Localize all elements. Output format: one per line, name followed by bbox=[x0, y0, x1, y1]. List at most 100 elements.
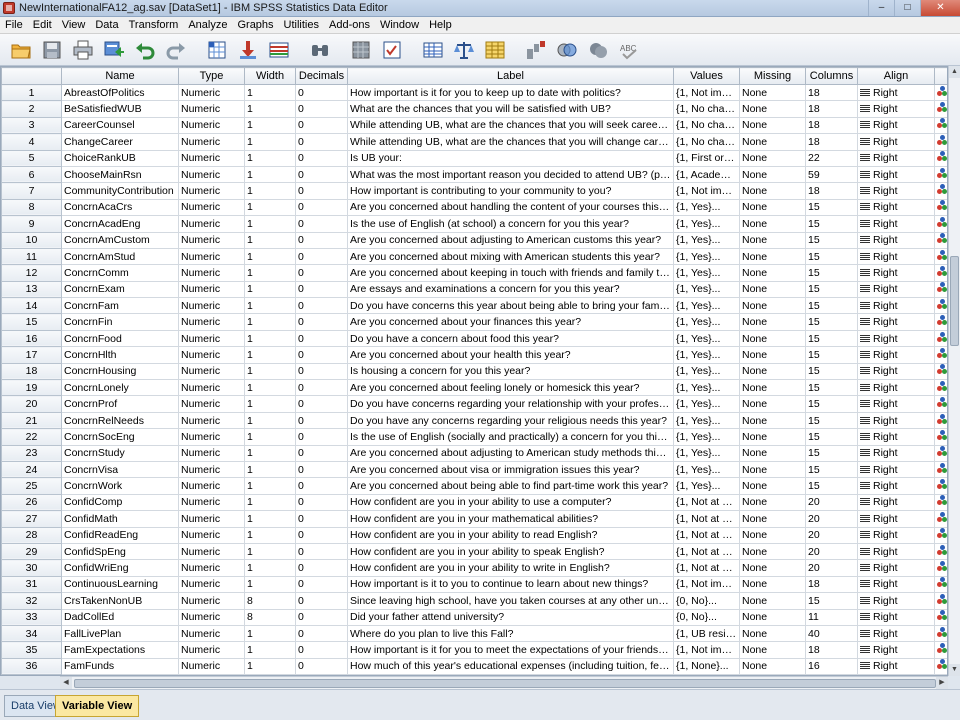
cell-decimals[interactable]: 0 bbox=[295, 428, 348, 446]
row-number[interactable]: 21 bbox=[1, 411, 62, 430]
cell-decimals[interactable]: 0 bbox=[295, 624, 348, 643]
redo-icon[interactable] bbox=[163, 37, 189, 63]
cell-width[interactable]: 1 bbox=[244, 231, 296, 249]
cell-missing[interactable]: None bbox=[739, 264, 806, 282]
cell-width[interactable]: 1 bbox=[244, 542, 296, 561]
cell-label[interactable]: Is the use of English (at school) a conc… bbox=[347, 215, 674, 233]
cell-measure[interactable] bbox=[934, 657, 947, 675]
menu-view[interactable]: View bbox=[57, 19, 91, 31]
cell-align[interactable]: Right bbox=[857, 280, 935, 299]
cell-measure[interactable] bbox=[934, 83, 947, 102]
cell-align[interactable]: Right bbox=[857, 133, 935, 151]
cell-name[interactable]: ConcrnProf bbox=[61, 395, 179, 413]
cell-type[interactable]: Numeric bbox=[178, 510, 245, 528]
cell-decimals[interactable]: 0 bbox=[295, 657, 348, 675]
cell-label[interactable]: Are you concerned about being able to fi… bbox=[347, 477, 674, 495]
cell-type[interactable]: Numeric bbox=[178, 297, 245, 315]
cell-values[interactable]: {1, No chan... bbox=[673, 116, 740, 135]
cell-name[interactable]: ConcrnLonely bbox=[61, 379, 179, 397]
cell-type[interactable]: Numeric bbox=[178, 313, 245, 331]
cell-missing[interactable]: None bbox=[739, 297, 806, 315]
cell-align[interactable]: Right bbox=[857, 198, 935, 217]
cell-values[interactable]: {1, Yes}... bbox=[673, 395, 740, 413]
cell-missing[interactable]: None bbox=[739, 215, 806, 233]
row-number[interactable]: 25 bbox=[1, 477, 62, 495]
cell-width[interactable]: 8 bbox=[244, 592, 296, 610]
cell-name[interactable]: ConfidComp bbox=[61, 493, 179, 512]
column-header-measure[interactable] bbox=[934, 67, 947, 85]
cell-decimals[interactable]: 0 bbox=[295, 379, 348, 397]
cell-measure[interactable] bbox=[934, 411, 947, 430]
menu-data[interactable]: Data bbox=[90, 19, 123, 31]
cell-measure[interactable] bbox=[934, 460, 947, 479]
vertical-scroll-thumb[interactable] bbox=[950, 256, 959, 346]
cell-values[interactable]: {1, Not at all... bbox=[673, 526, 740, 544]
save-icon[interactable] bbox=[39, 37, 65, 63]
cell-values[interactable]: {1, Yes}... bbox=[673, 198, 740, 217]
cell-name[interactable]: ChoiceRankUB bbox=[61, 149, 179, 167]
cell-missing[interactable]: None bbox=[739, 280, 806, 299]
cell-columns[interactable]: 20 bbox=[805, 559, 858, 577]
cell-columns[interactable]: 18 bbox=[805, 133, 858, 151]
cell-type[interactable]: Numeric bbox=[178, 411, 245, 430]
cell-missing[interactable]: None bbox=[739, 526, 806, 544]
cell-width[interactable]: 1 bbox=[244, 346, 296, 364]
table-row[interactable]: 25 ConcrnWork Numeric 1 0 Are you concerned a… bbox=[1, 477, 947, 495]
row-number[interactable]: 2 bbox=[1, 100, 62, 118]
cell-name[interactable]: ConcrnFam bbox=[61, 297, 179, 315]
cell-width[interactable]: 1 bbox=[244, 575, 296, 594]
variables-icon[interactable] bbox=[266, 37, 292, 63]
cell-align[interactable]: Right bbox=[857, 231, 935, 249]
cell-label[interactable]: Are you concerned about your health this… bbox=[347, 346, 674, 364]
table-row[interactable]: 29 ConfidSpEng Numeric 1 0 How confident are … bbox=[1, 542, 947, 561]
goto-case-icon[interactable] bbox=[204, 37, 230, 63]
column-header-name[interactable]: Name bbox=[61, 67, 179, 85]
cell-measure[interactable] bbox=[934, 297, 947, 315]
cell-align[interactable]: Right bbox=[857, 379, 935, 397]
cell-width[interactable]: 1 bbox=[244, 280, 296, 299]
cell-label[interactable]: How confident are you in your ability to… bbox=[347, 542, 674, 561]
cell-measure[interactable] bbox=[934, 165, 947, 184]
cell-name[interactable]: ConcrnHousing bbox=[61, 362, 179, 381]
cell-align[interactable]: Right bbox=[857, 608, 935, 626]
cell-align[interactable]: Right bbox=[857, 428, 935, 446]
cell-missing[interactable]: None bbox=[739, 329, 806, 348]
cell-decimals[interactable]: 0 bbox=[295, 264, 348, 282]
row-number[interactable]: 14 bbox=[1, 297, 62, 315]
cell-decimals[interactable]: 0 bbox=[295, 608, 348, 626]
cell-values[interactable]: {1, Not at all... bbox=[673, 542, 740, 561]
cell-missing[interactable]: None bbox=[739, 100, 806, 118]
table-row[interactable]: 5 ChoiceRankUB Numeric 1 0 Is UB your: {1, Fir… bbox=[1, 149, 947, 167]
spelling-icon[interactable]: ABC bbox=[616, 37, 642, 63]
horizontal-scrollbar[interactable]: ◀ ▶ bbox=[60, 676, 948, 689]
cell-measure[interactable] bbox=[934, 329, 947, 348]
cell-width[interactable]: 1 bbox=[244, 182, 296, 200]
row-number[interactable]: 1 bbox=[1, 83, 62, 102]
vertical-scrollbar[interactable]: ▲ ▼ bbox=[948, 66, 960, 676]
cell-name[interactable]: ConcrnVisa bbox=[61, 460, 179, 479]
use-variable-sets-icon[interactable] bbox=[554, 37, 580, 63]
cell-columns[interactable]: 15 bbox=[805, 411, 858, 430]
cell-align[interactable]: Right bbox=[857, 477, 935, 495]
cell-type[interactable]: Numeric bbox=[178, 182, 245, 200]
cell-decimals[interactable]: 0 bbox=[295, 477, 348, 495]
cell-type[interactable]: Numeric bbox=[178, 526, 245, 544]
cell-missing[interactable]: None bbox=[739, 313, 806, 331]
cell-type[interactable]: Numeric bbox=[178, 247, 245, 266]
cell-columns[interactable]: 20 bbox=[805, 542, 858, 561]
cell-type[interactable]: Numeric bbox=[178, 657, 245, 675]
undo-icon[interactable] bbox=[132, 37, 158, 63]
cell-missing[interactable]: None bbox=[739, 411, 806, 430]
table-row[interactable]: 8 ConcrnAcaCrs Numeric 1 0 Are you concerned … bbox=[1, 198, 947, 217]
select-cases-icon[interactable] bbox=[482, 37, 508, 63]
minimize-button[interactable]: – bbox=[868, 0, 894, 16]
cell-missing[interactable]: None bbox=[739, 428, 806, 446]
row-number[interactable]: 24 bbox=[1, 460, 62, 479]
cell-values[interactable]: {1, Not impo... bbox=[673, 83, 740, 102]
cell-align[interactable]: Right bbox=[857, 444, 935, 462]
cell-values[interactable]: {1, None}... bbox=[673, 657, 740, 675]
cell-type[interactable]: Numeric bbox=[178, 444, 245, 462]
cell-width[interactable]: 1 bbox=[244, 116, 296, 135]
table-row[interactable]: 31 ContinuousLearning Numeric 1 0 How importa… bbox=[1, 575, 947, 594]
cell-name[interactable]: ConcrnFin bbox=[61, 313, 179, 331]
